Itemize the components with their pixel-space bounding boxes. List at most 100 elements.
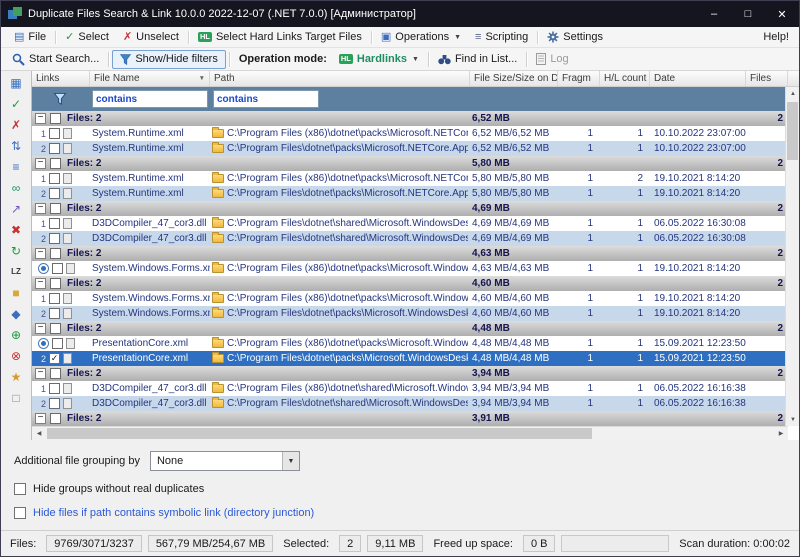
group-header-row[interactable]: −Files: 24,69 MB2	[32, 201, 788, 216]
collapse-expander-icon[interactable]: −	[35, 158, 46, 169]
remove-from-list-icon[interactable]: ⊗	[7, 347, 25, 364]
group-checkbox[interactable]	[50, 323, 61, 334]
column-header-date[interactable]: Date	[650, 71, 746, 86]
group-header-row[interactable]: −Files: 25,80 MB2	[32, 156, 788, 171]
delete-files-icon[interactable]: ✖	[7, 221, 25, 238]
file-checkbox[interactable]	[49, 188, 60, 199]
file-row[interactable]: 1System.Windows.Forms.xmlC:\Program File…	[32, 291, 788, 306]
hide-groups-checkbox[interactable]	[14, 483, 26, 495]
group-checkbox[interactable]	[50, 248, 61, 259]
file-row[interactable]: 2D3DCompiler_47_cor3.dllC:\Program Files…	[32, 396, 788, 411]
file-row[interactable]: 2✓PresentationCore.xmlC:\Program Files\d…	[32, 351, 788, 366]
open-folder-icon[interactable]: ■	[7, 284, 25, 301]
log-button[interactable]: Log	[530, 53, 574, 65]
add-files-icon[interactable]: ⊕	[7, 326, 25, 343]
group-header-row[interactable]: −Files: 23,94 MB2	[32, 366, 788, 381]
vertical-scroll-thumb[interactable]	[787, 102, 798, 160]
menu-help[interactable]: Help!	[759, 27, 793, 47]
collapse-expander-icon[interactable]: −	[35, 278, 46, 289]
lz-compress-icon[interactable]: LZ	[7, 263, 25, 280]
scroll-left-arrow[interactable]: ◀	[32, 427, 46, 440]
column-header-files[interactable]: Files	[746, 71, 788, 86]
file-checkbox[interactable]	[49, 398, 60, 409]
group-checkbox[interactable]	[50, 113, 61, 124]
file-row[interactable]: 1System.Runtime.xmlC:\Program Files (x86…	[32, 126, 788, 141]
group-header-row[interactable]: −Files: 24,63 MB2	[32, 246, 788, 261]
vertical-scrollbar[interactable]: ▲ ▼	[785, 87, 799, 426]
group-header-row[interactable]: −Files: 24,60 MB2	[32, 276, 788, 291]
file-row[interactable]: 2System.Windows.Forms.xmlC:\Program File…	[32, 306, 788, 321]
group-checkbox[interactable]	[50, 278, 61, 289]
find-in-list-button[interactable]: Find in List...	[432, 53, 523, 65]
group-checkbox[interactable]	[50, 158, 61, 169]
column-header-name[interactable]: File Name▼	[90, 71, 210, 86]
scroll-down-arrow[interactable]: ▼	[786, 413, 800, 426]
column-header-fragm[interactable]: Fragm	[558, 71, 600, 86]
group-checkbox[interactable]	[50, 368, 61, 379]
operation-mode-dropdown[interactable]: HL Hardlinks ▼	[333, 53, 425, 65]
collapse-expander-icon[interactable]: −	[35, 113, 46, 124]
column-header-links[interactable]: Links	[32, 71, 90, 86]
group-checkbox[interactable]	[50, 203, 61, 214]
file-checkbox[interactable]	[49, 233, 60, 244]
maximize-button[interactable]: □	[731, 1, 765, 27]
file-checkbox[interactable]: ✓	[49, 353, 60, 364]
file-row[interactable]: 2System.Runtime.xmlC:\Program Files\dotn…	[32, 186, 788, 201]
favorites-icon[interactable]: ★	[7, 368, 25, 385]
grouping-dropdown[interactable]: None ▼	[150, 451, 300, 471]
scroll-up-arrow[interactable]: ▲	[786, 87, 800, 100]
collapse-expander-icon[interactable]: −	[35, 413, 46, 424]
file-checkbox[interactable]	[49, 128, 60, 139]
file-row[interactable]: PresentationCore.xmlC:\Program Files (x8…	[32, 336, 788, 351]
file-row[interactable]: System.Windows.Forms.xmlC:\Program Files…	[32, 261, 788, 276]
save-report-icon[interactable]: ◆	[7, 305, 25, 322]
file-checkbox[interactable]	[49, 218, 60, 229]
group-header-row[interactable]: −Files: 24,48 MB2	[32, 321, 788, 336]
file-checkbox[interactable]	[49, 308, 60, 319]
horizontal-scroll-thumb[interactable]	[47, 428, 592, 439]
group-header-row[interactable]: −Files: 26,52 MB2	[32, 111, 788, 126]
refresh-icon[interactable]: ↻	[7, 242, 25, 259]
symlink-tool-icon[interactable]: ↗	[7, 200, 25, 217]
file-checkbox[interactable]	[52, 338, 63, 349]
hide-symlink-checkbox-row[interactable]: Hide files if path contains symbolic lin…	[14, 507, 799, 519]
horizontal-scrollbar[interactable]: ◀ ▶	[32, 426, 788, 440]
select-grid-icon[interactable]: ▦	[7, 74, 25, 91]
file-checkbox[interactable]	[52, 263, 63, 274]
collapse-expander-icon[interactable]: −	[35, 203, 46, 214]
collapse-expander-icon[interactable]: −	[35, 248, 46, 259]
menu-operations[interactable]: ▣ Operations ▼	[374, 27, 468, 47]
show-hide-filters-button[interactable]: Show/Hide filters	[112, 50, 226, 69]
scroll-right-arrow[interactable]: ▶	[774, 427, 788, 440]
menu-file[interactable]: ▤ File	[7, 27, 53, 47]
filter-funnel-icon[interactable]	[54, 93, 66, 105]
invert-selection-icon[interactable]: ⇅	[7, 137, 25, 154]
group-header-row[interactable]: −Files: 23,91 MB2	[32, 411, 788, 426]
file-checkbox[interactable]	[49, 173, 60, 184]
check-list-icon[interactable]: ≡	[7, 158, 25, 175]
check-all-icon[interactable]: ✓	[7, 95, 25, 112]
hide-groups-checkbox-row[interactable]: Hide groups without real duplicates	[14, 483, 799, 495]
file-row[interactable]: 1D3DCompiler_47_cor3.dllC:\Program Files…	[32, 381, 788, 396]
hide-symlink-checkbox[interactable]	[14, 507, 26, 519]
file-checkbox[interactable]	[49, 293, 60, 304]
menu-select-hardlinks-target[interactable]: HL Select Hard Links Target Files	[191, 27, 369, 47]
menu-select[interactable]: ✓ Select	[58, 27, 116, 47]
path-filter-input[interactable]	[213, 90, 319, 108]
file-row[interactable]: 1D3DCompiler_47_cor3.dllC:\Program Files…	[32, 216, 788, 231]
close-button[interactable]: ✕	[765, 1, 799, 27]
file-row[interactable]: 2System.Runtime.xmlC:\Program Files\dotn…	[32, 141, 788, 156]
file-row[interactable]: 1System.Runtime.xmlC:\Program Files (x86…	[32, 171, 788, 186]
group-checkbox[interactable]	[50, 413, 61, 424]
filename-filter-input[interactable]	[92, 90, 208, 108]
hardlink-tool-icon[interactable]: ∞	[7, 179, 25, 196]
column-header-size[interactable]: File Size/Size on Disk	[470, 71, 558, 86]
column-header-hl[interactable]: H/L count	[600, 71, 650, 86]
stop-icon[interactable]: □	[7, 389, 25, 406]
file-checkbox[interactable]	[49, 143, 60, 154]
file-checkbox[interactable]	[49, 383, 60, 394]
column-header-path[interactable]: Path	[210, 71, 470, 86]
menu-settings[interactable]: Settings	[540, 27, 610, 47]
collapse-expander-icon[interactable]: −	[35, 323, 46, 334]
start-search-button[interactable]: Start Search...	[6, 53, 105, 66]
